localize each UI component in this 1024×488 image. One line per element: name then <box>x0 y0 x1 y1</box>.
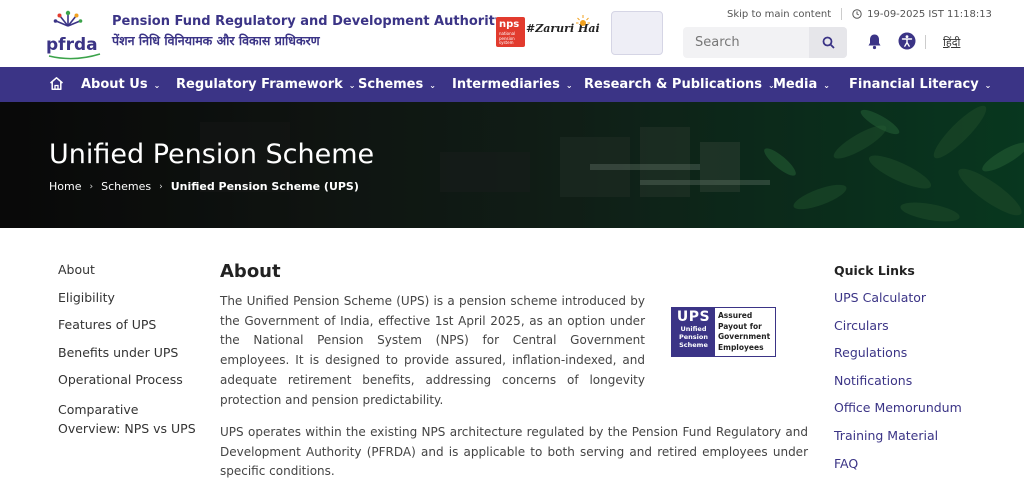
nav-label: Research & Publications <box>584 77 762 92</box>
chevron-down-icon: ⌄ <box>984 81 992 90</box>
quick-link-regulations[interactable]: Regulations <box>834 345 962 373</box>
svg-text:pfrda: pfrda <box>46 35 98 55</box>
quick-link-training-material[interactable]: Training Material <box>834 428 962 456</box>
datetime: 19-09-2025 IST 11:18:13 <box>867 8 992 20</box>
image-placeholder <box>611 11 663 55</box>
divider <box>841 8 843 20</box>
quick-links-list: UPS Calculator Circulars Regulations Not… <box>834 290 962 483</box>
chevron-right-icon: › <box>89 181 94 192</box>
nav-intermediaries[interactable]: Intermediaries ⌄ <box>452 67 573 102</box>
ups-abbr: UPS <box>676 309 711 325</box>
ups-tag-3: Government <box>718 332 771 341</box>
nav-financial-literacy[interactable]: Financial Literacy ⌄ <box>849 67 991 102</box>
org-name-hindi: पेंशन निधि विनियामक और विकास प्राधिकरण <box>112 33 320 48</box>
nav-research-publications[interactable]: Research & Publications ⌄ <box>584 67 775 102</box>
bell-icon[interactable] <box>866 33 883 50</box>
ups-logo-mark: UPS Unified Pension Scheme <box>672 308 715 356</box>
quick-link-notifications[interactable]: Notifications <box>834 373 962 401</box>
divider <box>925 35 926 49</box>
nav-label: About Us <box>81 77 148 92</box>
search-input[interactable] <box>683 27 809 58</box>
ups-tag-2: Payout for <box>718 321 762 331</box>
nav-label: Media <box>773 77 818 92</box>
chevron-right-icon: › <box>159 181 163 192</box>
ups-tag-1: Assured <box>718 311 753 320</box>
search-box <box>683 27 847 58</box>
nav-label: Regulatory Framework <box>176 77 343 92</box>
nps-badge-text: nps <box>499 19 520 30</box>
ups-tag-4: Employees <box>718 342 764 352</box>
ups-line-1: Unified <box>680 325 707 333</box>
breadcrumb-current: Unified Pension Scheme (UPS) <box>170 180 359 193</box>
breadcrumb: Home › Schemes › Unified Pension Scheme … <box>49 180 359 193</box>
about-paragraph-1: The Unified Pension Scheme (UPS) is a pe… <box>220 294 645 407</box>
ups-logo: UPS Unified Pension Scheme Assured Payou… <box>671 307 776 357</box>
chevron-down-icon: ⌄ <box>565 81 573 90</box>
page-title: Unified Pension Scheme <box>49 139 375 170</box>
search-button[interactable] <box>809 27 847 58</box>
chevron-down-icon: ⌄ <box>429 81 436 90</box>
nav-about-us[interactable]: About Us ⌄ <box>81 67 160 102</box>
org-name: Pension Fund Regulatory and Development … <box>112 14 503 49</box>
chevron-down-icon: ⌄ <box>823 81 830 90</box>
sun-icon <box>576 15 590 26</box>
section-link-eligibility[interactable]: Eligibility <box>58 290 115 305</box>
chevron-down-icon: ⌄ <box>348 81 356 90</box>
section-link-about[interactable]: About <box>58 262 95 277</box>
nav-label: Intermediaries <box>452 77 560 92</box>
section-heading: About <box>220 261 281 282</box>
quick-link-faq[interactable]: FAQ <box>834 456 962 484</box>
skip-to-content-link[interactable]: Skip to main content <box>727 9 831 20</box>
breadcrumb-home[interactable]: Home <box>49 180 81 193</box>
ups-tagline: Assured Payout for Government Employees <box>718 311 770 353</box>
breadcrumb-schemes[interactable]: Schemes <box>101 180 151 193</box>
section-link-features[interactable]: Features of UPS <box>58 317 156 332</box>
ups-line-2: Pension <box>679 333 708 341</box>
home-icon[interactable] <box>49 76 64 91</box>
site-header: pfrda Pension Fund Regulatory and Develo… <box>0 0 1024 67</box>
section-link-comparative-overview[interactable]: Comparative Overview: NPS vs UPS <box>58 400 198 438</box>
pfrda-logo[interactable]: pfrda <box>46 6 102 62</box>
nav-media[interactable]: Media ⌄ <box>773 67 830 102</box>
quick-link-office-memorundum[interactable]: Office Memorundum <box>834 400 962 428</box>
quick-links-title: Quick Links <box>834 263 915 278</box>
main-nav: About Us ⌄ Regulatory Framework ⌄ Schemes ⌄… <box>0 67 1024 102</box>
quick-link-circulars[interactable]: Circulars <box>834 318 962 346</box>
org-name-english: Pension Fund Regulatory and Development … <box>112 14 504 29</box>
nav-label: Financial Literacy <box>849 77 979 92</box>
about-paragraph-2: UPS operates within the existing NPS arc… <box>220 425 808 479</box>
nav-schemes[interactable]: Schemes ⌄ <box>358 67 436 102</box>
section-link-operational-process[interactable]: Operational Process <box>58 372 183 387</box>
accessibility-icon[interactable] <box>898 32 916 50</box>
page-banner: Unified Pension Scheme Home › Schemes › … <box>0 102 1024 228</box>
language-toggle[interactable]: हिंदी <box>943 35 960 50</box>
nav-label: Schemes <box>358 77 424 92</box>
top-utility-bar: Skip to main content 19-09-2025 IST 11:1… <box>727 8 992 20</box>
chevron-down-icon: ⌄ <box>153 81 161 90</box>
nav-regulatory-framework[interactable]: Regulatory Framework ⌄ <box>176 67 355 102</box>
nps-badge-subtext: national pension system <box>499 31 516 45</box>
clock-icon <box>852 9 862 19</box>
section-link-benefits[interactable]: Benefits under UPS <box>58 345 178 360</box>
search-icon <box>822 36 835 49</box>
ups-line-3: Scheme <box>679 341 708 349</box>
nps-badge[interactable]: nps national pension system <box>496 17 525 47</box>
quick-link-ups-calculator[interactable]: UPS Calculator <box>834 290 962 318</box>
